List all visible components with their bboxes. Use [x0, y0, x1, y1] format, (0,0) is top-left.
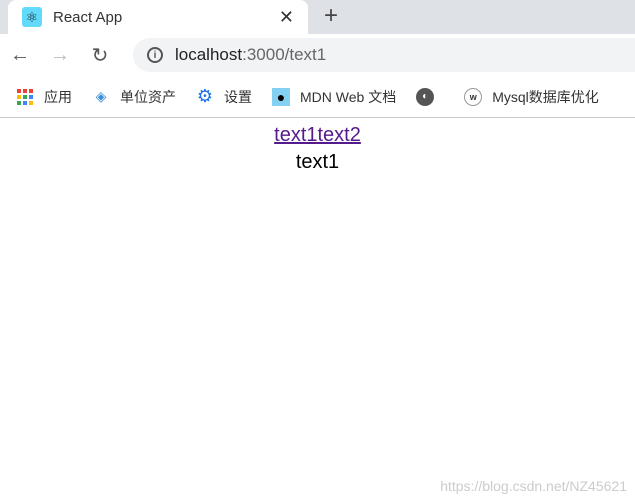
tab-strip: ⚛ React App ✕ +	[0, 0, 635, 34]
apps-grid-icon	[16, 88, 34, 106]
bookmark-mdn[interactable]: ● MDN Web 文档	[272, 87, 396, 107]
bookmark-globe[interactable]: ◐	[416, 87, 444, 106]
info-icon[interactable]: i	[147, 47, 163, 63]
bookmarks-bar: 应用 ◈ 单位资产 ⚙ 设置 ● MDN Web 文档 ◐ w Mysql数据库…	[0, 76, 635, 118]
link-text1[interactable]: text1	[274, 124, 317, 146]
watermark: https://blog.csdn.net/NZ45621	[440, 478, 627, 494]
react-icon: ⚛	[22, 7, 42, 27]
mdn-icon: ●	[272, 87, 290, 106]
tab-title: React App	[53, 8, 123, 26]
bookmark-mysql[interactable]: w Mysql数据库优化	[464, 87, 599, 107]
site-icon: ◈	[95, 88, 107, 104]
bookmark-apps[interactable]: 应用	[16, 87, 72, 107]
reload-button[interactable]: ↻	[80, 43, 120, 68]
url-host: localhost	[175, 45, 243, 64]
bookmark-label: 设置	[224, 88, 252, 105]
link-text2[interactable]: text2	[318, 124, 361, 146]
tab-react-app[interactable]: ⚛ React App ✕	[8, 0, 308, 34]
globe-icon: ◐	[416, 87, 435, 106]
bookmark-label: 单位资产	[120, 88, 176, 105]
bookmark-label: Mysql数据库优化	[492, 88, 599, 105]
close-icon[interactable]: ✕	[279, 7, 294, 28]
url-text[interactable]: localhost:3000/text1	[175, 45, 326, 65]
forward-button[interactable]: →	[40, 44, 80, 67]
bookmark-label: 应用	[44, 88, 72, 105]
w-icon: w	[464, 87, 483, 106]
route-text: text1	[295, 151, 340, 173]
address-bar[interactable]: i localhost:3000/text1	[133, 38, 635, 72]
bookmark-settings[interactable]: ⚙ 设置	[196, 86, 252, 107]
url-path: :3000/text1	[242, 45, 327, 64]
page-content: text1text2 text1	[0, 118, 635, 174]
new-tab-button[interactable]: +	[324, 2, 338, 30]
bookmark-assets[interactable]: ◈ 单位资产	[92, 87, 176, 107]
bookmark-label: MDN Web 文档	[300, 88, 397, 105]
gear-icon: ⚙	[196, 86, 214, 106]
back-button[interactable]: ←	[0, 44, 40, 67]
